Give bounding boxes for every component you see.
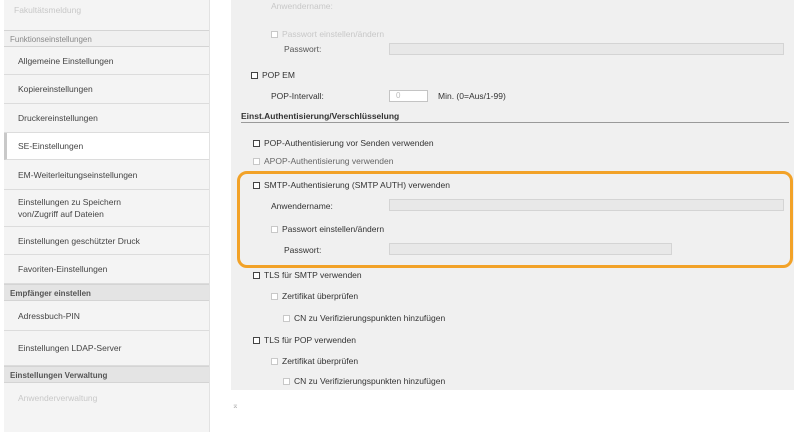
top-faded-username-label: Anwendername: [271,1,333,11]
tls-smtp-label: TLS für SMTP verwenden [264,270,362,280]
sidebar-item-file-storage-access-label: Einstellungen zu Speichern von/Zugriff a… [18,197,122,219]
tls-pop-cn-row[interactable]: CN zu Verifizierungspunkten hinzufügen [283,376,445,386]
sidebar-item-printer-settings[interactable]: Druckereinstellungen [4,104,209,133]
sidebar-item-general-settings[interactable]: Allgemeine Einstellungen [4,48,209,75]
tls-pop-verify-cert-checkbox[interactable] [271,357,278,365]
faded-password-field[interactable] [389,43,784,55]
tls-smtp-row[interactable]: TLS für SMTP verwenden [253,270,362,280]
apop-row[interactable]: APOP-Authentisierung verwenden [253,156,393,166]
sidebar-item-favorites[interactable]: Favoriten-Einstellungen [4,255,209,284]
sidebar: Fakultätsmeldung Funktionseinstellungen … [4,0,210,432]
tls-smtp-checkbox[interactable] [253,271,260,279]
sidebar-item-file-storage-access[interactable]: Einstellungen zu Speichern von/Zugriff a… [4,190,209,227]
sidebar-top-faded-item: Fakultätsmeldung [14,5,82,15]
smtp-auth-highlight-frame [237,171,793,268]
pop-auth-checkbox[interactable] [253,139,260,147]
tls-pop-verify-cert-label: Zertifikat überprüfen [282,356,359,366]
tls-smtp-verify-cert-label: Zertifikat überprüfen [282,291,359,301]
sidebar-item-addressbook-pin[interactable]: Adressbuch-PIN [4,302,209,331]
sidebar-item-user-management[interactable]: Anwenderverwaltung [4,384,209,412]
faded-password-change-row[interactable]: Passwort einstellen/ändern [271,29,384,39]
tls-smtp-cn-checkbox[interactable] [283,314,290,322]
sidebar-item-copy-settings[interactable]: Kopiereinstellungen [4,75,209,104]
pop-interval-input[interactable]: 0 [389,90,428,102]
tls-smtp-cn-label: CN zu Verifizierungspunkten hinzufügen [294,313,446,323]
tls-pop-cn-checkbox[interactable] [283,377,290,385]
sidebar-item-se-settings[interactable]: SE-Einstellungen [4,133,209,160]
sidebar-item-em-forwarding[interactable]: EM-Weiterleitungseinstellungen [4,160,209,190]
pop-interval-label: POP-Intervall: [271,91,324,101]
scroll-top-icon[interactable]: ⌅ [232,401,239,410]
pop-em-checkbox[interactable] [251,71,258,79]
pop-auth-row[interactable]: POP-Authentisierung vor Senden verwenden [253,138,434,148]
tls-pop-checkbox[interactable] [253,336,260,344]
sidebar-item-ldap-server[interactable]: Einstellungen LDAP-Server [4,331,209,366]
pop-interval-unit: Min. (0=Aus/1-99) [438,91,506,101]
pop-em-row[interactable]: POP EM [251,70,295,80]
apop-checkbox[interactable] [253,157,260,165]
apop-label: APOP-Authentisierung verwenden [264,156,394,166]
faded-password-change-label: Passwort einstellen/ändern [282,29,385,39]
faded-password-label: Passwort: [284,44,322,54]
tls-pop-cn-label: CN zu Verifizierungspunkten hinzufügen [294,376,446,386]
tls-smtp-verify-cert-checkbox[interactable] [271,292,278,300]
pop-em-label: POP EM [262,70,295,80]
pop-auth-label: POP-Authentisierung vor Senden verwenden [264,138,434,148]
tls-pop-verify-cert-row[interactable]: Zertifikat überprüfen [271,356,358,366]
tls-pop-row[interactable]: TLS für POP verwenden [253,335,356,345]
tls-pop-label: TLS für POP verwenden [264,335,356,345]
sidebar-section-recipient: Empfänger einstellen [4,284,209,301]
sidebar-item-secure-print[interactable]: Einstellungen geschützter Druck [4,227,209,255]
faded-password-change-checkbox[interactable] [271,30,278,38]
sidebar-section-function-settings: Funktionseinstellungen [4,30,209,47]
auth-encryption-heading: Einst.Authentisierung/Verschlüsselung [241,107,789,123]
tls-smtp-cn-row[interactable]: CN zu Verifizierungspunkten hinzufügen [283,313,445,323]
sidebar-section-management: Einstellungen Verwaltung [4,366,209,383]
tls-smtp-verify-cert-row[interactable]: Zertifikat überprüfen [271,291,358,301]
